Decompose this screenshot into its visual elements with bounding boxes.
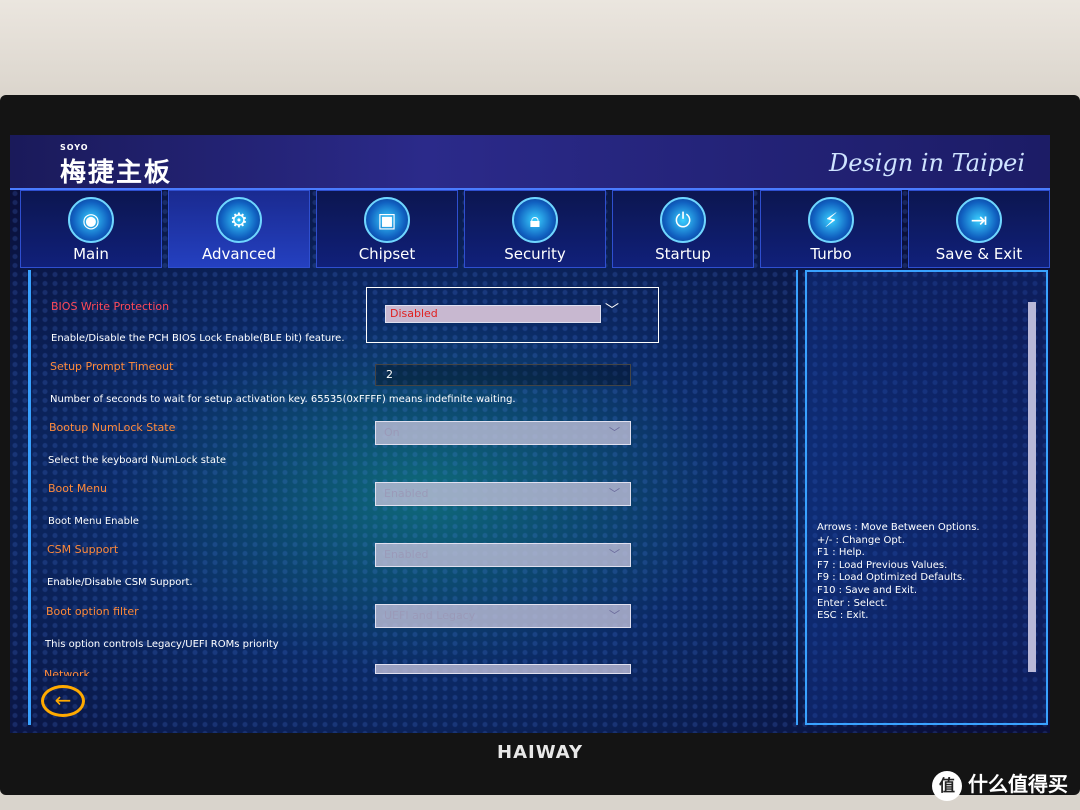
dropdown-value: UEFI and Legacy <box>384 609 476 622</box>
bios-header: SOYO 梅捷主板 Design in Taipei <box>10 135 1050 190</box>
chevron-down-icon: ﹀ <box>609 548 620 561</box>
help-panel: Arrows : Move Between Options. +/- : Cha… <box>805 270 1048 725</box>
setting-desc: Enable/Disable the PCH BIOS Lock Enable(… <box>51 333 345 344</box>
power-icon: ⏻ <box>660 197 706 243</box>
scrollbar[interactable] <box>1028 302 1036 672</box>
soyo-logo: SOYO 梅捷主板 <box>60 143 172 189</box>
setting-desc: Boot Menu Enable <box>48 516 139 527</box>
chevron-down-icon: ﹀ <box>609 609 620 622</box>
help-line: ESC : Exit. <box>817 610 869 622</box>
logo-sub: SOYO <box>60 143 89 152</box>
chip-icon: ▣ <box>364 197 410 243</box>
help-line: F9 : Load Optimized Defaults. <box>817 572 966 584</box>
tab-turbo[interactable]: ⚡ Turbo <box>760 190 902 268</box>
watermark: 值什么值得买 <box>932 768 1068 801</box>
setting-label: Boot Menu <box>48 482 108 495</box>
monitor-brand: HAIWAY <box>497 742 583 763</box>
tab-bar: ◉ Main ⚙ Advanced ▣ Chipset 🔒︎ Security ⏻ Sta… <box>20 190 1050 268</box>
setting-desc: Enable/Disable CSM Support. <box>47 577 193 588</box>
tab-advanced[interactable]: ⚙ Advanced <box>168 190 310 268</box>
tab-label: Startup <box>655 245 711 263</box>
tab-label: Chipset <box>358 245 416 263</box>
camera-icon: ◉ <box>68 197 114 243</box>
tab-label: Save & Exit <box>935 245 1023 263</box>
network-select[interactable] <box>375 664 631 674</box>
setting-label: Network <box>44 668 90 676</box>
arrow-left-icon: ← <box>54 688 72 712</box>
tab-label: Main <box>73 245 109 263</box>
logo-text: 梅捷主板 <box>60 158 173 188</box>
setting-label: CSM Support <box>47 543 119 556</box>
bootup-numlock-select[interactable]: On ﹀ <box>375 421 631 445</box>
back-button[interactable]: ← <box>41 685 85 717</box>
dropdown-value: On <box>384 426 400 439</box>
dropdown-value[interactable]: Disabled <box>385 305 601 323</box>
key-help: Arrows : Move Between Options. +/- : Cha… <box>817 522 980 623</box>
help-line: F7 : Load Previous Values. <box>817 559 948 571</box>
boot-option-filter-select[interactable]: UEFI and Legacy ﹀ <box>375 604 631 628</box>
tab-startup[interactable]: ⏻ Startup <box>612 190 754 268</box>
chevron-down-icon: ﹀ <box>609 487 620 500</box>
tab-chipset[interactable]: ▣ Chipset <box>316 190 458 268</box>
lock-icon: 🔒︎ <box>512 197 558 243</box>
help-line: Arrows : Move Between Options. <box>817 522 980 533</box>
tab-label: Security <box>504 245 566 263</box>
help-line: F1 : Help. <box>817 547 865 559</box>
watermark-text: 什么值得买 <box>968 772 1068 796</box>
dropdown-value: Enabled <box>384 548 429 561</box>
tab-save-exit[interactable]: ⇥ Save & Exit <box>908 190 1050 268</box>
setting-label: Boot option filter <box>46 605 139 618</box>
bios-write-protection-select[interactable]: Disabled ﹀ <box>366 287 659 343</box>
setting-label: Setup Prompt Timeout <box>50 360 174 373</box>
exit-icon: ⇥ <box>956 197 1002 243</box>
gear-icon: ⚙ <box>216 197 262 243</box>
csm-support-select[interactable]: Enabled ﹀ <box>375 543 631 567</box>
setting-label: Bootup NumLock State <box>49 421 176 434</box>
boot-menu-select[interactable]: Enabled ﹀ <box>375 482 631 506</box>
tab-security[interactable]: 🔒︎ Security <box>464 190 606 268</box>
help-line: F10 : Save and Exit. <box>817 584 918 596</box>
setting-desc: This option controls Legacy/UEFI ROMs pr… <box>45 639 279 650</box>
bios-screen: SOYO 梅捷主板 Design in Taipei ◉ Main ⚙ Advance… <box>10 135 1050 733</box>
help-line: Enter : Select. <box>817 597 888 609</box>
tab-label: Turbo <box>810 245 852 263</box>
tab-label: Advanced <box>201 245 277 263</box>
setting-desc: Select the keyboard NumLock state <box>48 455 227 466</box>
tab-main[interactable]: ◉ Main <box>20 190 162 268</box>
watermark-logo-icon: 值 <box>932 771 962 801</box>
slogan: Design in Taipei <box>828 149 1025 177</box>
settings-panel: BIOS Write Protection Disabled ﹀ Enable/… <box>28 270 798 725</box>
setting-desc: Number of seconds to wait for setup acti… <box>50 394 516 405</box>
chevron-down-icon: ﹀ <box>609 426 620 439</box>
chevron-down-icon: ﹀ <box>605 303 619 319</box>
turbo-icon: ⚡ <box>808 197 854 243</box>
setting-label: BIOS Write Protection <box>51 300 170 313</box>
dropdown-value: Enabled <box>384 487 429 500</box>
setup-prompt-timeout-input[interactable]: 2 <box>375 364 631 386</box>
help-line: +/- : Change Opt. <box>817 534 905 546</box>
